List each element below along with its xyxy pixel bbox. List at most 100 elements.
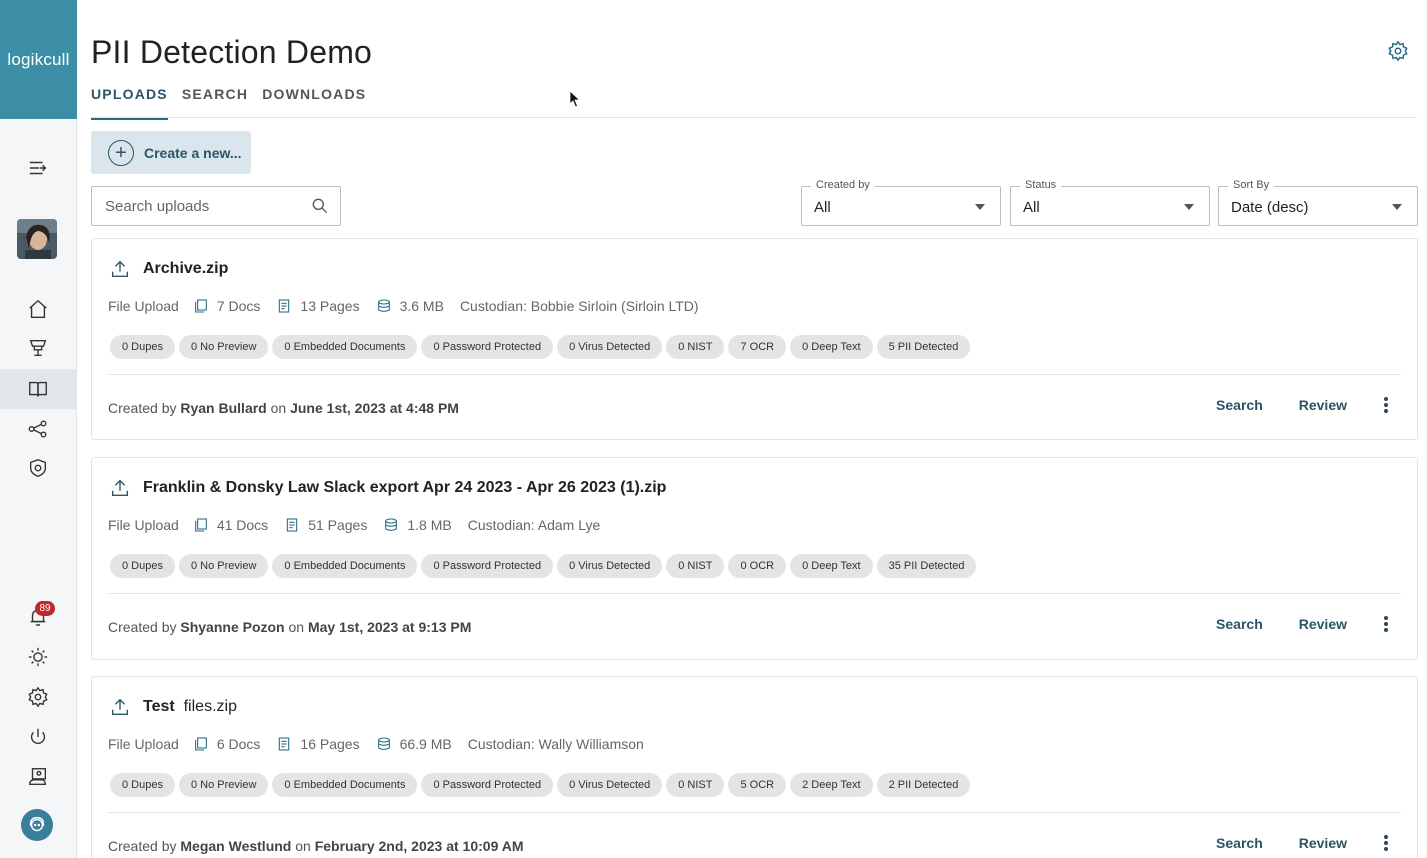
tag-password-protected[interactable]: 0 Password Protected xyxy=(421,554,554,578)
created-info: Created by Shyanne Pozon on May 1st, 202… xyxy=(108,619,472,635)
theme-button[interactable] xyxy=(0,637,76,677)
tag-deep-text[interactable]: 0 Deep Text xyxy=(790,554,873,578)
created-info: Created by Megan Westlund on February 2n… xyxy=(108,838,524,854)
review-link[interactable]: Review xyxy=(1299,835,1347,851)
card-divider xyxy=(108,593,1401,594)
book-button[interactable] xyxy=(0,369,76,409)
settings-button[interactable] xyxy=(0,677,76,717)
tag-embedded[interactable]: 0 Embedded Documents xyxy=(272,554,418,578)
trophy-button[interactable] xyxy=(0,328,76,368)
gear-icon xyxy=(28,686,48,708)
chevron-down-icon xyxy=(1392,204,1402,210)
database-icon xyxy=(377,737,390,750)
review-link[interactable]: Review xyxy=(1299,616,1347,632)
created-by-select[interactable]: Created by All xyxy=(801,179,1001,226)
tag-nist[interactable]: 0 NIST xyxy=(666,773,725,797)
tag-virus-detected[interactable]: 0 Virus Detected xyxy=(557,335,663,359)
tag-embedded[interactable]: 0 Embedded Documents xyxy=(272,335,418,359)
upload-title[interactable]: Archive.zip xyxy=(143,260,228,278)
page-title: PII Detection Demo xyxy=(91,34,373,70)
upload-title[interactable]: Test files.zip xyxy=(143,698,237,716)
upload-meta: File Upload 7 Docs 13 Pages 3.6 MB Custo… xyxy=(108,298,715,314)
support-button[interactable] xyxy=(21,809,53,841)
tag-list: 0 Dupes 0 No Preview 0 Embedded Document… xyxy=(110,335,971,359)
upload-title[interactable]: Franklin & Donsky Law Slack export Apr 2… xyxy=(143,479,666,497)
tag-list: 0 Dupes 0 No Preview 0 Embedded Document… xyxy=(110,554,977,578)
tag-nist[interactable]: 0 NIST xyxy=(666,335,725,359)
search-uploads-field[interactable] xyxy=(91,186,341,226)
tag-virus-detected[interactable]: 0 Virus Detected xyxy=(557,773,663,797)
file-size: 1.8 MB xyxy=(407,517,452,533)
tag-virus-detected[interactable]: 0 Virus Detected xyxy=(557,554,663,578)
tab-downloads[interactable]: DOWNLOADS xyxy=(262,86,366,120)
security-button[interactable] xyxy=(0,448,76,488)
book-icon xyxy=(29,381,47,397)
tag-ocr[interactable]: 0 OCR xyxy=(728,554,787,578)
tag-dupes[interactable]: 0 Dupes xyxy=(110,554,175,578)
monitor-person-icon xyxy=(29,768,47,786)
custodian: Custodian: Bobbie Sirloin (Sirloin LTD) xyxy=(459,298,699,314)
tab-uploads[interactable]: UPLOADS xyxy=(91,86,168,120)
home-button[interactable] xyxy=(0,289,76,329)
tag-nist[interactable]: 0 NIST xyxy=(666,554,725,578)
sun-icon xyxy=(28,647,48,667)
file-size: 66.9 MB xyxy=(399,736,452,752)
tag-no-preview[interactable]: 0 No Preview xyxy=(178,335,269,359)
logikcull-logo[interactable]: logikcull xyxy=(0,0,77,119)
upload-icon xyxy=(111,260,129,278)
upload-icon xyxy=(111,698,129,716)
card-actions: Search Review xyxy=(1216,616,1389,632)
upload-meta: File Upload 41 Docs 51 Pages 1.8 MB Cust… xyxy=(108,517,616,533)
user-photo xyxy=(17,219,57,259)
more-options-icon[interactable] xyxy=(1383,397,1389,413)
tag-pii-detected[interactable]: 35 PII Detected xyxy=(876,554,977,578)
page-count: 51 Pages xyxy=(308,517,368,533)
search-link[interactable]: Search xyxy=(1216,397,1263,413)
created-by-label: Created by xyxy=(811,179,875,191)
tag-embedded[interactable]: 0 Embedded Documents xyxy=(272,773,418,797)
training-button[interactable] xyxy=(0,757,76,797)
tab-divider xyxy=(91,117,1417,118)
page-count: 16 Pages xyxy=(300,736,360,752)
page-count: 13 Pages xyxy=(300,298,360,314)
status-select[interactable]: Status All xyxy=(1010,179,1210,226)
tag-password-protected[interactable]: 0 Password Protected xyxy=(421,773,554,797)
created-info: Created by Ryan Bullard on June 1st, 202… xyxy=(108,400,459,416)
database-icon xyxy=(385,518,398,531)
search-input[interactable] xyxy=(105,197,310,215)
tag-ocr[interactable]: 5 OCR xyxy=(728,773,787,797)
custodian: Custodian: Wally Williamson xyxy=(467,736,644,752)
logout-button[interactable] xyxy=(0,717,76,757)
page-icon xyxy=(286,518,298,532)
tag-deep-text[interactable]: 2 Deep Text xyxy=(790,773,873,797)
tag-pii-detected[interactable]: 2 PII Detected xyxy=(876,773,971,797)
card-actions: Search Review xyxy=(1216,397,1389,413)
status-label: Status xyxy=(1020,179,1062,191)
menu-collapse-button[interactable] xyxy=(0,148,76,188)
more-options-icon[interactable] xyxy=(1383,835,1389,851)
notification-badge: 89 xyxy=(35,601,55,616)
tag-dupes[interactable]: 0 Dupes xyxy=(110,773,175,797)
create-new-button[interactable]: + Create a new... xyxy=(91,131,251,174)
search-link[interactable]: Search xyxy=(1216,835,1263,851)
tab-bar: UPLOADS SEARCH DOWNLOADS xyxy=(91,86,366,120)
gear-icon[interactable] xyxy=(1387,40,1409,62)
upload-type: File Upload xyxy=(108,298,179,314)
sort-by-select[interactable]: Sort By Date (desc) xyxy=(1218,179,1418,226)
search-icon[interactable] xyxy=(310,196,330,216)
tag-dupes[interactable]: 0 Dupes xyxy=(110,335,175,359)
avatar[interactable] xyxy=(17,219,57,259)
review-link[interactable]: Review xyxy=(1299,397,1347,413)
share-button[interactable] xyxy=(0,409,76,449)
status-value: All xyxy=(1023,199,1040,216)
tag-pii-detected[interactable]: 5 PII Detected xyxy=(876,335,971,359)
more-options-icon[interactable] xyxy=(1383,616,1389,632)
page-icon xyxy=(279,737,290,751)
tab-search[interactable]: SEARCH xyxy=(182,86,248,120)
search-link[interactable]: Search xyxy=(1216,616,1263,632)
tag-ocr[interactable]: 7 OCR xyxy=(728,335,787,359)
tag-no-preview[interactable]: 0 No Preview xyxy=(178,773,269,797)
tag-no-preview[interactable]: 0 No Preview xyxy=(178,554,269,578)
tag-deep-text[interactable]: 0 Deep Text xyxy=(790,335,873,359)
tag-password-protected[interactable]: 0 Password Protected xyxy=(421,335,554,359)
